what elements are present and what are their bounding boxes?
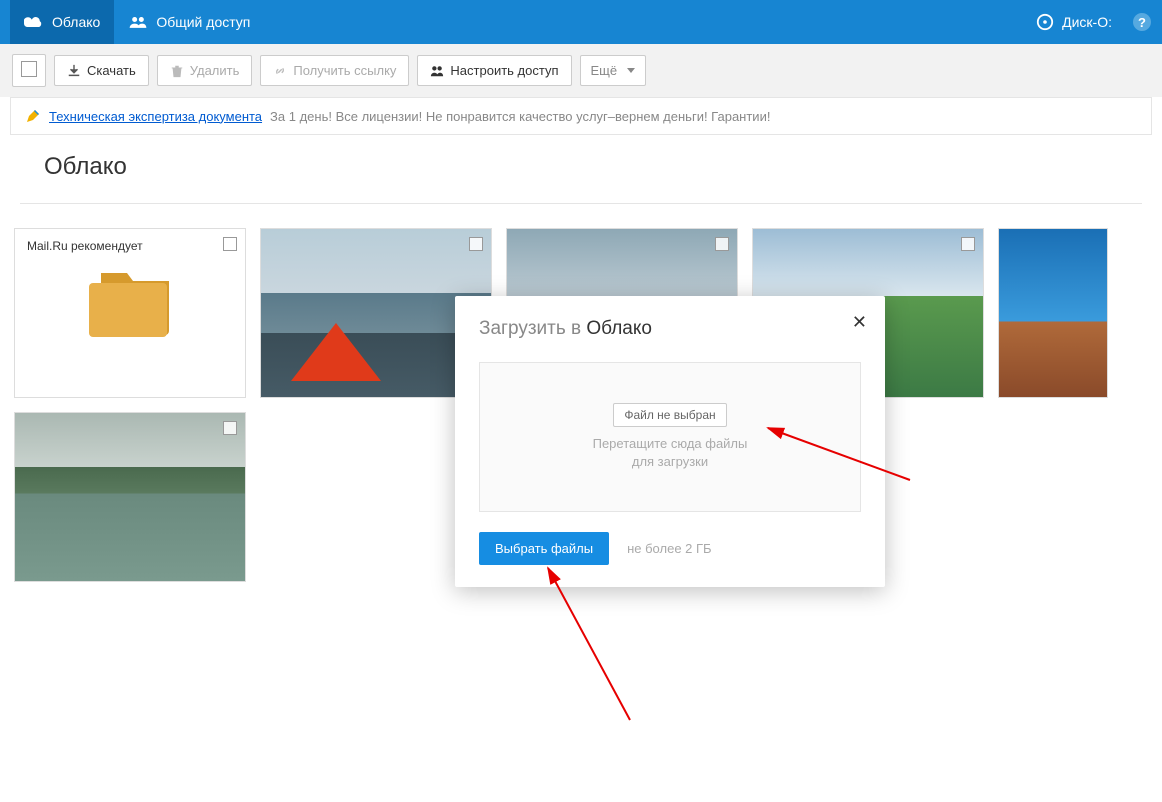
more-label: Ещё xyxy=(591,63,618,78)
link-icon xyxy=(273,64,287,78)
getlink-label: Получить ссылку xyxy=(293,63,396,78)
cloud-icon xyxy=(24,15,44,29)
download-icon xyxy=(67,64,81,78)
nav-shared-label: Общий доступ xyxy=(156,14,250,30)
nav-cloud[interactable]: Облако xyxy=(10,0,114,44)
getlink-button[interactable]: Получить ссылку xyxy=(260,55,409,86)
pen-icon xyxy=(25,108,41,124)
access-label: Настроить доступ xyxy=(450,63,558,78)
folder-icon xyxy=(87,269,175,344)
nav-disk-label: Диск-О: xyxy=(1062,14,1112,30)
tile-checkbox[interactable] xyxy=(223,421,237,435)
tile-checkbox[interactable] xyxy=(469,237,483,251)
tile-image-5[interactable] xyxy=(14,412,246,582)
upload-modal: Загрузить в Облако ✕ Файл не выбран Пере… xyxy=(455,296,885,587)
topbar: Облако Общий доступ Диск-О: ? xyxy=(0,0,1162,44)
download-button[interactable]: Скачать xyxy=(54,55,149,86)
page-title: Облако xyxy=(20,135,1142,204)
delete-label: Удалить xyxy=(190,63,240,78)
select-all-checkbox[interactable] xyxy=(12,54,46,87)
dropzone-line2: для загрузки xyxy=(632,454,708,469)
group-icon xyxy=(128,15,148,29)
dropzone-text: Перетащите сюда файлы для загрузки xyxy=(593,435,748,471)
promo-link[interactable]: Техническая экспертиза документа xyxy=(49,109,262,124)
tile-checkbox[interactable] xyxy=(223,237,237,251)
chevron-down-icon xyxy=(627,68,635,73)
nav-disk-o[interactable]: Диск-О: xyxy=(1028,0,1120,44)
nav-shared[interactable]: Общий доступ xyxy=(114,0,264,44)
modal-title-strong: Облако xyxy=(586,318,652,339)
tile-checkbox[interactable] xyxy=(715,237,729,251)
dropzone-line1: Перетащите сюда файлы xyxy=(593,436,748,451)
promo-tail: За 1 день! Все лицензии! Не понравится к… xyxy=(270,109,770,124)
promo-banner: Техническая экспертиза документа За 1 де… xyxy=(10,97,1152,135)
tile-folder-label: Mail.Ru рекомендует xyxy=(27,239,143,253)
delete-button[interactable]: Удалить xyxy=(157,55,253,86)
tile-image-4[interactable] xyxy=(998,228,1108,398)
modal-title-prefix: Загрузить в xyxy=(479,318,586,339)
close-icon[interactable]: ✕ xyxy=(852,312,867,333)
upload-limit-text: не более 2 ГБ xyxy=(627,541,711,556)
access-button[interactable]: Настроить доступ xyxy=(417,55,571,86)
toolbar: Скачать Удалить Получить ссылку Настроит… xyxy=(0,44,1162,97)
nav-cloud-label: Облако xyxy=(52,14,100,30)
more-button[interactable]: Ещё xyxy=(580,55,647,86)
modal-title: Загрузить в Облако xyxy=(479,318,861,340)
file-status-pill: Файл не выбран xyxy=(613,403,726,427)
group-small-icon xyxy=(430,64,444,78)
download-label: Скачать xyxy=(87,63,136,78)
tile-folder-recommended[interactable]: Mail.Ru рекомендует xyxy=(14,228,246,398)
select-files-button[interactable]: Выбрать файлы xyxy=(479,532,609,565)
svg-text:?: ? xyxy=(1138,15,1146,30)
help-icon[interactable]: ? xyxy=(1132,12,1152,32)
dropzone[interactable]: Файл не выбран Перетащите сюда файлы для… xyxy=(479,362,861,512)
tile-checkbox[interactable] xyxy=(961,237,975,251)
disk-icon xyxy=(1036,13,1054,31)
trash-icon xyxy=(170,64,184,78)
